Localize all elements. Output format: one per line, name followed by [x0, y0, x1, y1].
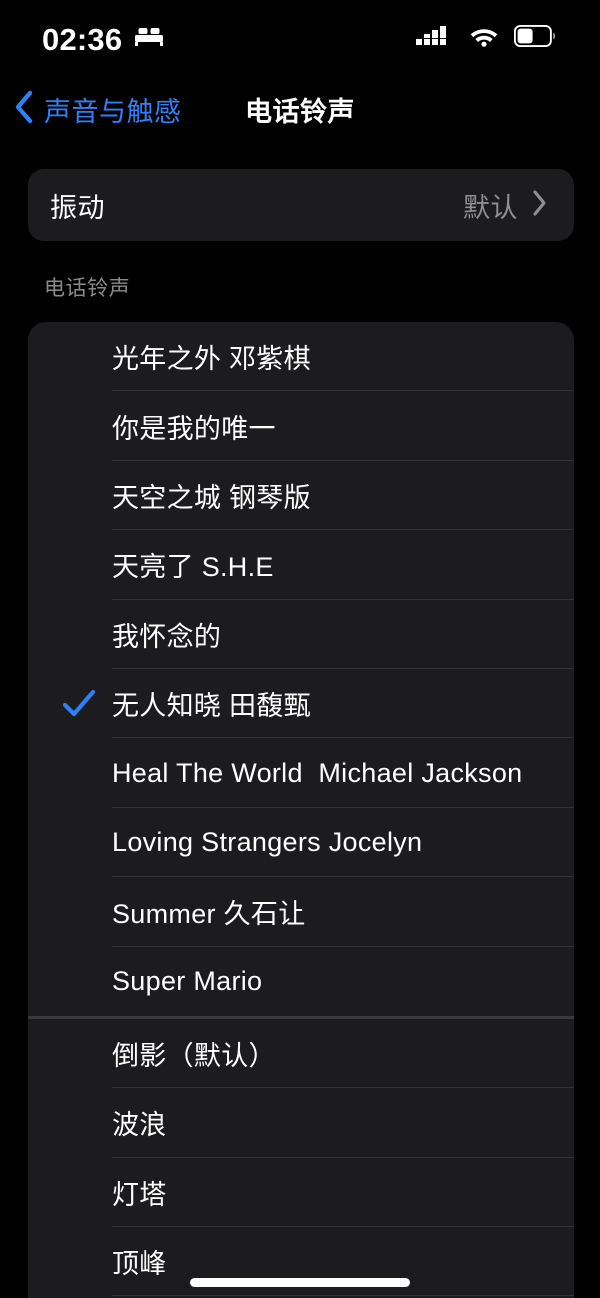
ringtone-list: 光年之外 邓紫棋 你是我的唯一天空之城 钢琴版 天亮了 S.H.E 我怀念的无人知晓 …	[28, 322, 574, 1298]
ringtone-label: 顶峰	[112, 1249, 167, 1280]
ringtone-label: 倒影（默认）	[112, 1041, 276, 1072]
cellular-signal-icon	[416, 25, 454, 52]
section-header-ringtone: 电话铃声	[44, 277, 131, 300]
vibration-value: 默认	[463, 192, 518, 223]
status-bar: 02:36	[0, 0, 600, 76]
ringtone-row[interactable]: 倒影（默认）	[28, 1019, 574, 1089]
ringtone-row[interactable]: Loving Strangers Jocelyn	[28, 808, 574, 878]
status-bar-left: 02:36	[42, 22, 164, 55]
status-bar-clock: 02:36	[42, 21, 123, 57]
navigation-bar: 声音与触感 电话铃声	[0, 76, 600, 142]
ringtone-label: 光年之外 邓紫棋	[112, 344, 311, 375]
ringtone-row[interactable]: 天空之城 钢琴版	[28, 461, 574, 531]
ringtone-label: Loving Strangers Jocelyn	[112, 826, 423, 857]
ringtone-row[interactable]: 你是我的唯一	[28, 391, 574, 461]
ringtone-row[interactable]: 光年之外 邓紫棋	[28, 322, 574, 392]
home-indicator[interactable]	[190, 1278, 410, 1287]
ringtone-row[interactable]: 天亮了 S.H.E	[28, 530, 574, 600]
settings-content: 振动 默认 电话铃声 光年之外 邓紫棋 你是我的唯一天空之城 钢琴版 天亮了 S.H…	[0, 142, 600, 1298]
row-separator	[112, 1295, 574, 1297]
ringtone-row[interactable]: 波浪	[28, 1088, 574, 1158]
ringtone-label: Heal The World Michael Jackson	[112, 757, 523, 788]
chevron-left-icon	[14, 90, 34, 129]
ringtone-label: 灯塔	[112, 1179, 167, 1210]
chevron-right-icon	[532, 189, 548, 222]
status-bar-right	[416, 24, 556, 52]
ringtone-row[interactable]: Heal The World Michael Jackson	[28, 738, 574, 808]
ringtone-label: 你是我的唯一	[112, 413, 276, 444]
checkmark-icon	[60, 689, 98, 719]
ringtone-row[interactable]: 无人知晓 田馥甄	[28, 669, 574, 739]
bed-icon	[134, 25, 164, 52]
ringtone-label: 天亮了 S.H.E	[112, 552, 274, 583]
vibration-row[interactable]: 振动 默认	[28, 169, 574, 241]
wifi-icon	[469, 25, 499, 52]
ringtone-label: Super Mario	[112, 965, 263, 996]
battery-icon	[513, 24, 556, 52]
back-button[interactable]: 声音与触感	[14, 76, 182, 142]
ringtone-row[interactable]: 我怀念的	[28, 600, 574, 669]
ringtone-row[interactable]: Super Mario	[28, 947, 574, 1016]
ringtone-row[interactable]: Summer 久石让	[28, 877, 574, 947]
ringtone-row[interactable]: 灯塔	[28, 1158, 574, 1228]
ringtone-label: 天空之城 钢琴版	[112, 482, 311, 513]
ringtone-label: Summer 久石让	[112, 899, 306, 930]
vibration-label: 振动	[50, 192, 105, 223]
vibration-row-value-group: 默认	[463, 186, 548, 225]
ringtone-label: 我怀念的	[112, 621, 222, 652]
ringtone-label: 波浪	[112, 1110, 167, 1141]
back-button-label: 声音与触感	[44, 96, 182, 127]
